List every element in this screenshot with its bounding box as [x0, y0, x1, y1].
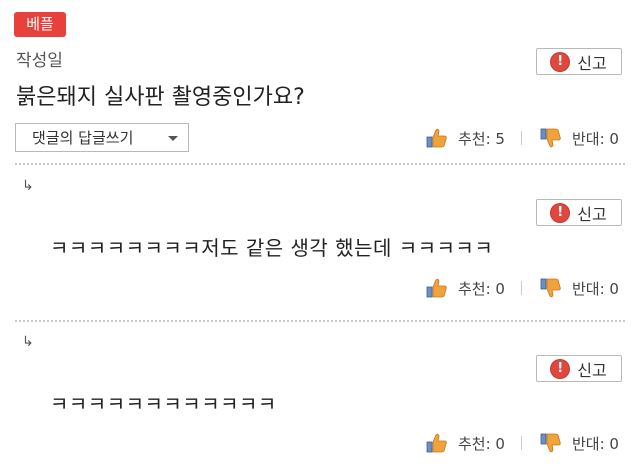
vote-divider: [520, 131, 522, 145]
date-label: 작성일: [16, 51, 63, 71]
thumbs-down-icon[interactable]: [540, 127, 562, 149]
thumbs-up-icon[interactable]: [426, 127, 448, 149]
divider: [15, 320, 625, 322]
reply-text: ㅋㅋㅋㅋㅋㅋㅋㅋㅋㅋㅋㅋ: [50, 392, 277, 416]
report-label: 신고: [577, 204, 607, 224]
report-button[interactable]: ! 신고: [536, 355, 622, 382]
divider: [15, 163, 625, 165]
thumbs-down-icon[interactable]: [540, 277, 562, 299]
chevron-down-icon: [168, 136, 178, 141]
vote-bar: 추천: 0 반대: 0: [426, 432, 619, 454]
report-button[interactable]: ! 신고: [536, 199, 622, 226]
comment-title: 붉은돼지 실사판 촬영중인가요?: [16, 85, 305, 110]
downvote-count: 반대: 0: [571, 434, 619, 453]
reply-select[interactable]: 댓글의 답글쓰기: [15, 123, 189, 152]
best-comment-badge: 베플: [14, 12, 66, 37]
vote-divider: [520, 281, 522, 295]
thumbs-up-icon[interactable]: [426, 277, 448, 299]
downvote-count: 반대: 0: [571, 279, 619, 298]
reply-select-label: 댓글의 답글쓰기: [32, 129, 134, 147]
vote-bar: 추천: 5 반대: 0: [426, 127, 619, 149]
thumbs-up-icon[interactable]: [426, 432, 448, 454]
report-label: 신고: [577, 360, 607, 380]
alert-icon: !: [551, 359, 570, 378]
report-label: 신고: [577, 53, 607, 73]
reply-arrow-icon: ↳: [22, 178, 34, 194]
thumbs-down-icon[interactable]: [540, 432, 562, 454]
upvote-count: 추천: 0: [458, 279, 505, 298]
upvote-count: 추천: 5: [458, 129, 505, 148]
vote-bar: 추천: 0 반대: 0: [426, 277, 619, 299]
reply-text: ㅋㅋㅋㅋㅋㅋㅋㅋ저도 같은 생각 했는데 ㅋㅋㅋㅋㅋ: [50, 236, 494, 260]
downvote-count: 반대: 0: [571, 129, 619, 148]
upvote-count: 추천: 0: [458, 434, 505, 453]
report-button[interactable]: ! 신고: [536, 48, 622, 75]
alert-icon: !: [551, 203, 570, 222]
vote-divider: [520, 436, 522, 450]
reply-arrow-icon: ↳: [22, 334, 34, 350]
alert-icon: !: [551, 52, 570, 71]
